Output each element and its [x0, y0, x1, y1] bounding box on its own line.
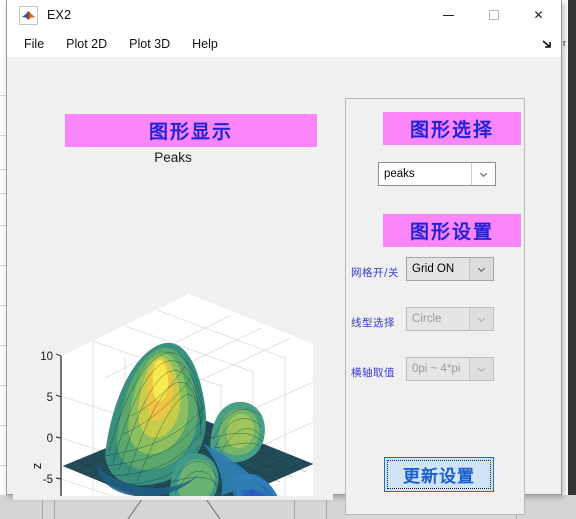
plot-area: Peaks 10 5 0 -5 z	[13, 150, 333, 500]
line-type-value: Circle	[412, 313, 442, 325]
ztick-0: 0	[47, 433, 53, 445]
client-area: 图形显示 Peaks 10 5 0 -5 z 图形选择 peaks 图形设置 网…	[7, 57, 561, 515]
ztick-10: 10	[40, 351, 53, 363]
peaks-surface-plot[interactable]: 10 5 0 -5 -10 2 0 -2	[13, 166, 333, 496]
x-range-label: 横轴取值	[351, 367, 395, 379]
chevron-down-icon	[469, 358, 493, 380]
banner-figure-select: 图形选择	[383, 112, 521, 145]
figure-select-dropdown[interactable]: peaks	[378, 162, 496, 186]
menu-item-plot-2d[interactable]: Plot 2D	[57, 35, 116, 53]
zaxis-label: z	[29, 463, 44, 470]
window-controls: ✕	[426, 0, 561, 30]
chevron-down-icon	[469, 258, 493, 280]
title-bar: EX2 ✕	[7, 0, 561, 31]
line-type-label: 线型选择	[351, 317, 395, 329]
application-window: EX2 ✕ File Plot 2D Plot 3D Help 图形显示 Pea…	[6, 0, 562, 515]
menu-item-help[interactable]: Help	[183, 35, 227, 53]
matlab-icon	[19, 5, 38, 25]
x-range-dropdown[interactable]: 0pi ~ 4*pi	[406, 357, 494, 381]
chevron-down-icon	[469, 308, 493, 330]
focus-ring: 更新设置	[387, 460, 491, 489]
line-type-dropdown[interactable]: Circle	[406, 307, 494, 331]
banner-graphics-display: 图形显示	[65, 114, 317, 147]
screen: N r	[0, 0, 576, 519]
resize-arrow-icon[interactable]	[541, 38, 553, 50]
menu-item-plot-3d[interactable]: Plot 3D	[120, 35, 179, 53]
plot-title: Peaks	[154, 150, 192, 165]
figure-select-value: peaks	[384, 168, 415, 180]
menu-bar: File Plot 2D Plot 3D Help	[7, 31, 561, 58]
ztick-5: 5	[47, 392, 53, 404]
update-settings-label: 更新设置	[403, 467, 475, 487]
menu-item-file[interactable]: File	[15, 35, 53, 53]
close-button[interactable]: ✕	[516, 0, 561, 30]
x-range-value: 0pi ~ 4*pi	[412, 363, 461, 375]
chevron-down-icon	[471, 163, 495, 185]
grid-toggle-label: 网格开/关	[351, 267, 400, 279]
background-right-letter: r	[563, 38, 566, 48]
maximize-button[interactable]	[471, 0, 516, 30]
ztick-neg5: -5	[43, 474, 53, 486]
grid-toggle-dropdown[interactable]: Grid ON	[406, 257, 494, 281]
grid-toggle-value: Grid ON	[412, 263, 455, 275]
window-title: EX2	[47, 8, 72, 22]
banner-figure-settings: 图形设置	[383, 214, 521, 247]
minimize-button[interactable]	[426, 0, 471, 30]
update-settings-button[interactable]: 更新设置	[384, 457, 494, 492]
background-dark-edge	[568, 0, 576, 495]
